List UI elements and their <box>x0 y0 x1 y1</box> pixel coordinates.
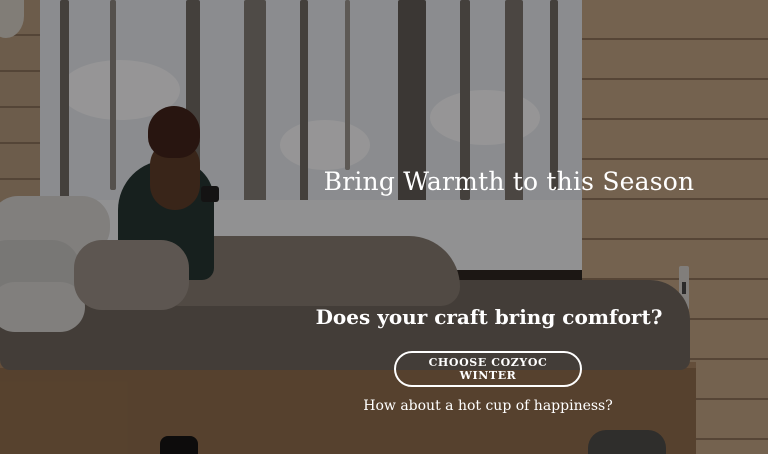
hero-title: Bring Warmth to this Season <box>323 167 695 196</box>
dark-overlay <box>0 0 768 454</box>
hero-subtitle: How about a hot cup of happiness? <box>363 398 613 414</box>
hero-question: Does your craft bring comfort? <box>315 305 663 329</box>
choose-cozyoc-winter-button[interactable]: CHOOSE COZYOC WINTER <box>394 351 582 387</box>
